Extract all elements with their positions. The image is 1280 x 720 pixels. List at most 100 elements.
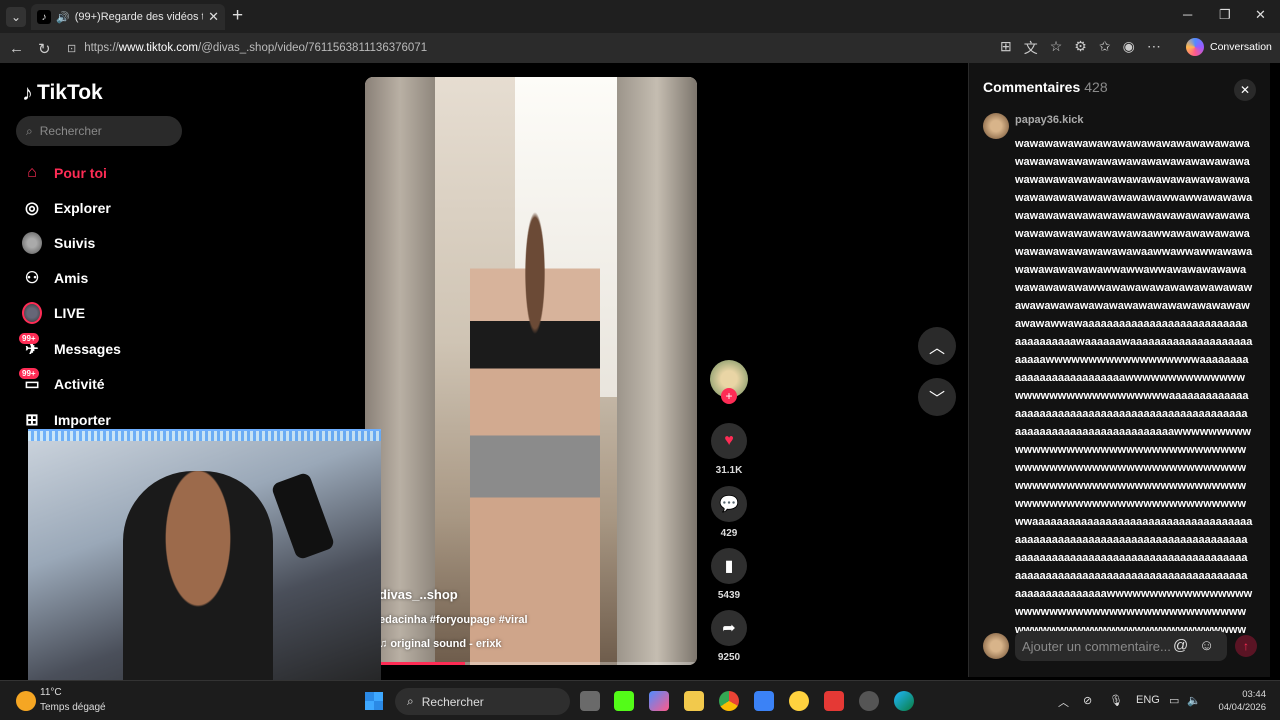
speaker-icon[interactable]: 🔊 (56, 11, 70, 24)
nav-item-importer[interactable]: ⊞ Importer (22, 410, 111, 430)
send-comment-button[interactable]: ↑ (1235, 635, 1257, 657)
volume-icon[interactable]: 🔈 (1187, 694, 1201, 707)
extensions-icon[interactable]: ⚙ (1074, 38, 1087, 58)
weather-temperature: 11°C (40, 687, 62, 698)
browser-tools: ⊞ 文 ☆ ⚙ ✩ ◉ ⋯ (1000, 38, 1161, 58)
follow-plus-icon[interactable]: + (721, 388, 737, 404)
nav-item-explorer[interactable]: ◎ Explorer (22, 198, 111, 218)
video-scene-person (470, 187, 600, 665)
messages-badge: 99+ (19, 333, 39, 344)
start-button[interactable] (365, 692, 383, 710)
site-info-icon[interactable]: ⊡ (67, 42, 76, 55)
new-tab-button[interactable]: + (232, 5, 243, 27)
url-field[interactable]: ⊡ https://www.tiktok.com/@divas_.shop/vi… (61, 37, 996, 59)
commenter-avatar[interactable] (983, 113, 1009, 139)
creator-avatar[interactable]: + (708, 360, 750, 404)
app-available-icon[interactable]: ⊞ (1000, 38, 1012, 58)
like-button[interactable]: ♥ 31.1K (708, 423, 750, 476)
commenter-username[interactable]: papay36.kick (1015, 114, 1084, 126)
video-author[interactable]: divas_..shop (379, 587, 458, 602)
network-off-icon[interactable]: ⊘ (1083, 694, 1092, 707)
home-icon: ⌂ (27, 164, 37, 181)
display-icon[interactable]: ▭ (1169, 694, 1179, 707)
next-video-button[interactable]: ﹀ (918, 378, 956, 416)
search-placeholder: Rechercher (39, 124, 102, 138)
comment-count: 429 (720, 528, 738, 539)
compass-icon: ◎ (25, 200, 39, 217)
share-icon: ➦ (711, 610, 747, 646)
favorites-icon[interactable]: ✩ (1099, 38, 1111, 58)
chrome-icon[interactable] (719, 691, 739, 711)
close-tab-icon[interactable]: ✕ (208, 9, 219, 25)
sun-icon (16, 691, 36, 711)
video-scene-curtain (617, 77, 697, 665)
video-caption[interactable]: edacinha #foryoupage #viral (379, 614, 528, 626)
video-player[interactable]: divas_..shop edacinha #foryoupage #viral… (365, 77, 697, 665)
close-window-icon[interactable]: ✕ (1255, 7, 1266, 23)
nav-item-activite[interactable]: ▭ 99+ Activité (19, 368, 105, 394)
comment-button[interactable]: 💬 429 (708, 486, 750, 539)
taskbar-search[interactable]: ⌕ Rechercher (395, 688, 570, 715)
clock[interactable]: 03:44 04/04/2026 (1210, 688, 1266, 714)
save-button[interactable]: ▮ 5439 (708, 548, 750, 601)
file-explorer-icon[interactable] (684, 691, 704, 711)
nav-label: LIVE (54, 305, 86, 321)
video-sound[interactable]: ♫ original sound - erixk (379, 638, 502, 650)
nav-item-pour-toi[interactable]: ⌂ Pour toi (22, 163, 107, 183)
clock-time: 03:44 (1242, 689, 1266, 700)
tiktok-logo[interactable]: ♪ TikTok (22, 80, 103, 106)
search-input[interactable]: ⌕ Rechercher (16, 116, 182, 146)
bookmark-icon: ▮ (711, 548, 747, 584)
maximize-icon[interactable]: ❐ (1219, 7, 1231, 23)
refresh-icon[interactable]: ↻ (38, 40, 51, 58)
streamer-figure (123, 471, 273, 693)
microphone-icon[interactable]: 🎙 (1109, 694, 1123, 707)
chevron-up-icon: ︿ (928, 340, 945, 357)
kick-app-icon[interactable] (614, 691, 634, 711)
weather-description: Temps dégagé (40, 702, 106, 713)
conversation-label: Conversation (1210, 41, 1272, 53)
profile-avatar-icon[interactable]: ◉ (1123, 38, 1135, 58)
obs-icon[interactable] (859, 691, 879, 711)
nav-item-suivis[interactable]: Suivis (22, 232, 95, 254)
favorite-star-icon[interactable]: ☆ (1050, 38, 1063, 58)
share-button[interactable]: ➦ 9250 (708, 610, 750, 663)
nav-label: Activité (54, 376, 105, 392)
nav-item-messages[interactable]: ✈ 99+ Messages (19, 333, 121, 359)
nav-item-live[interactable]: LIVE (22, 302, 86, 324)
back-icon[interactable]: ← (9, 40, 24, 57)
tray-chevron-up-icon[interactable]: ︿ (1058, 694, 1069, 710)
nav-item-amis[interactable]: ⚇ Amis (22, 268, 88, 288)
comments-header: Commentaires 428 (983, 79, 1108, 95)
translate-icon[interactable]: 文 (1024, 38, 1038, 58)
tab-actions-menu-icon[interactable]: ⌄ (6, 7, 26, 27)
comment-input-row: Ajouter un commentaire... @ ☺ ↑ (983, 631, 1258, 661)
address-toolbar: ← ↻ ⊡ https://www.tiktok.com/@divas_.sho… (0, 33, 1280, 63)
emoji-icon[interactable]: ☺ (1199, 637, 1214, 654)
tiktok-wordmark: TikTok (37, 81, 103, 104)
comment-icon: 💬 (711, 486, 747, 522)
previous-video-button[interactable]: ︿ (918, 327, 956, 365)
task-view-icon[interactable] (580, 691, 600, 711)
store-icon[interactable] (754, 691, 774, 711)
messenger-icon[interactable] (789, 691, 809, 711)
browser-tab-tiktok[interactable]: ♪ 🔊 (99+)Regarde des vidéos tendance ✕ (31, 4, 225, 30)
mention-icon[interactable]: @ (1173, 637, 1188, 654)
language-indicator[interactable]: ENG (1136, 694, 1160, 706)
close-comments-icon[interactable]: ✕ (1234, 79, 1256, 101)
more-options-icon[interactable]: ⋯ (1147, 38, 1161, 58)
obs-record-icon[interactable] (824, 691, 844, 711)
tiktok-note-icon: ♪ (22, 80, 33, 105)
following-avatar-icon (22, 232, 42, 254)
minimize-icon[interactable]: ─ (1183, 7, 1192, 22)
video-progress-bar[interactable] (365, 662, 697, 665)
copilot-app-icon[interactable] (649, 691, 669, 711)
search-icon: ⌕ (407, 694, 414, 708)
copilot-conversation-button[interactable]: Conversation (1186, 38, 1272, 56)
led-lights (28, 431, 381, 441)
comment-input[interactable]: Ajouter un commentaire... @ ☺ (1015, 631, 1227, 661)
edge-icon[interactable] (894, 691, 914, 711)
comment-placeholder: Ajouter un commentaire... (1022, 638, 1171, 654)
my-avatar (983, 633, 1009, 659)
tiktok-favicon-icon: ♪ (37, 10, 51, 24)
